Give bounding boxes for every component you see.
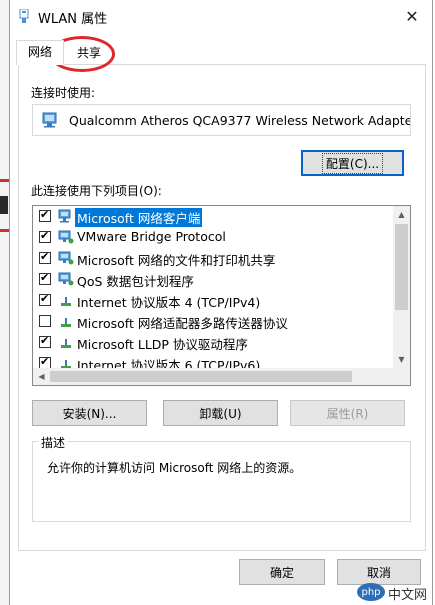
ok-button[interactable]: 确定 xyxy=(239,559,325,585)
item-label: QoS 数据包计划程序 xyxy=(77,274,194,289)
item-label: Microsoft 网络客户端 xyxy=(73,207,204,228)
item-checkbox[interactable] xyxy=(39,292,51,306)
list-item[interactable]: Internet 协议版本 4 (TCP/IPv4) xyxy=(33,290,391,311)
item-checkbox[interactable] xyxy=(39,315,51,327)
adapter-field: Qualcomm Atheros QCA9377 Wireless Networ… xyxy=(32,104,411,136)
scroll-left-icon[interactable]: ◀ xyxy=(33,368,50,385)
properties-button: 属性(R) xyxy=(290,400,405,426)
item-label: Internet 协议版本 4 (TCP/IPv4) xyxy=(77,295,261,310)
items-list-label: 此连接使用下列项目(O): xyxy=(31,184,162,198)
description-title: 描述 xyxy=(38,434,69,451)
item-label: Microsoft 网络适配器多路传送器协议 xyxy=(77,316,288,331)
install-button[interactable]: 安装(N)... xyxy=(32,400,147,426)
close-icon: ✕ xyxy=(405,6,419,26)
scroll-up-icon[interactable]: ▲ xyxy=(393,206,410,223)
background-dark-block xyxy=(0,196,8,214)
horizontal-scroll-thumb[interactable] xyxy=(50,371,352,382)
configure-button-label: 配置(C)... xyxy=(321,152,384,174)
protocol-icon xyxy=(61,297,71,306)
scrollbar-corner xyxy=(393,368,410,385)
list-item[interactable]: Microsoft LLDP 协议驱动程序 xyxy=(33,332,391,353)
list-item[interactable]: Microsoft 网络客户端 xyxy=(33,206,391,228)
list-item[interactable]: VMware Bridge Protocol xyxy=(33,227,391,248)
item-checkbox[interactable] xyxy=(39,271,51,285)
tab-network[interactable]: 网络 xyxy=(16,40,64,65)
item-checkbox[interactable] xyxy=(39,208,51,222)
protocol-icon xyxy=(61,318,71,327)
watermark-text: 中文网 xyxy=(388,588,428,603)
vertical-scrollbar[interactable]: ▲ ▼ xyxy=(393,206,410,368)
item-label: VMware Bridge Protocol xyxy=(77,229,226,244)
list-item[interactable]: Microsoft 网络的文件和打印机共享 xyxy=(33,248,391,269)
components-list[interactable]: Microsoft 网络客户端VMware Bridge Protocol Mic… xyxy=(32,205,411,386)
title-bar: WLAN 属性 ✕ xyxy=(10,0,432,32)
uninstall-button[interactable]: 卸载(U) xyxy=(163,400,278,426)
window-title: WLAN 属性 xyxy=(38,12,108,27)
network-adapter-icon xyxy=(42,112,57,128)
network-client-icon xyxy=(58,209,71,223)
item-checkbox[interactable] xyxy=(39,229,51,243)
vertical-scroll-thumb[interactable] xyxy=(395,224,408,310)
scroll-down-icon[interactable]: ▼ xyxy=(393,351,410,368)
wlan-adapter-icon xyxy=(19,9,29,23)
item-label: Microsoft LLDP 协议驱动程序 xyxy=(77,337,248,352)
item-checkbox[interactable] xyxy=(39,250,51,264)
network-service-icon xyxy=(58,251,74,265)
list-item[interactable]: Microsoft 网络适配器多路传送器协议 xyxy=(33,311,391,332)
description-group xyxy=(32,441,411,522)
close-button[interactable]: ✕ xyxy=(392,0,432,32)
item-label: Microsoft 网络的文件和打印机共享 xyxy=(77,253,276,268)
adapter-name: Qualcomm Atheros QCA9377 Wireless Networ… xyxy=(69,113,411,128)
network-service-icon xyxy=(58,230,74,244)
network-service-icon xyxy=(58,272,74,286)
item-checkbox[interactable] xyxy=(39,334,51,348)
tab-sharing[interactable]: 共享 xyxy=(65,42,113,64)
list-item[interactable]: QoS 数据包计划程序 xyxy=(33,269,391,290)
connect-using-label: 连接时使用: xyxy=(31,86,96,100)
protocol-icon xyxy=(61,339,71,348)
horizontal-scrollbar[interactable]: ◀ ▶ xyxy=(33,368,410,385)
php-logo: php xyxy=(357,583,385,601)
description-text: 允许你的计算机访问 Microsoft 网络上的资源。 xyxy=(47,461,302,475)
wlan-properties-dialog: WLAN 属性 ✕ 网络 共享 连接时使用: Qualcomm Atheros … xyxy=(9,0,433,605)
watermark: php 中文网 xyxy=(355,577,435,605)
configure-button[interactable]: 配置(C)... xyxy=(301,150,404,176)
